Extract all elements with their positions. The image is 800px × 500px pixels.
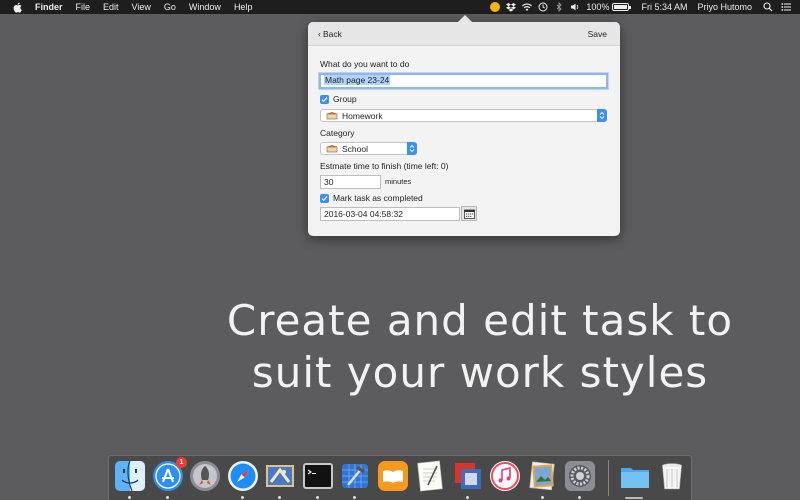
textedit-icon[interactable] xyxy=(414,460,446,492)
parallels-icon[interactable] xyxy=(452,460,484,492)
minutes-unit-label: minutes xyxy=(385,177,412,186)
category-label: Category xyxy=(320,128,355,138)
xcode-icon[interactable] xyxy=(339,460,371,492)
group-checkbox-label: Group xyxy=(333,94,357,104)
headline-line-1: Create and edit task to xyxy=(226,296,734,345)
status-area: 100% Fri 5:34 AM Priyo Hutomo xyxy=(485,0,800,14)
menu-bar: Finder File Edit View Go Window Help 100… xyxy=(0,0,800,14)
chevron-left-icon: ‹ xyxy=(318,29,321,39)
running-indicator xyxy=(578,496,581,499)
completed-checkbox-label: Mark task as completed xyxy=(333,193,423,203)
safari-icon[interactable] xyxy=(227,460,259,492)
task-name-input[interactable]: Math page 23-24 xyxy=(319,73,608,89)
category-select-value: School xyxy=(342,143,368,154)
checkmark-icon xyxy=(320,94,329,104)
category-select[interactable]: School xyxy=(320,142,417,155)
menu-view[interactable]: View xyxy=(132,0,151,14)
time-machine-icon[interactable] xyxy=(537,0,549,14)
group-checkbox[interactable]: Group xyxy=(320,94,357,104)
school-icon xyxy=(326,144,338,152)
user-name[interactable]: Priyo Hutomo xyxy=(697,2,752,12)
dock: 1 xyxy=(108,455,692,500)
wifi-icon[interactable] xyxy=(521,0,533,14)
running-indicator xyxy=(466,496,469,499)
estimate-minutes-input[interactable]: 30 xyxy=(320,175,381,189)
back-button-label: Back xyxy=(323,29,342,39)
calendar-picker-button[interactable] xyxy=(461,206,477,221)
save-button[interactable]: Save xyxy=(588,29,607,39)
running-indicator xyxy=(316,496,319,499)
system-preferences-icon[interactable] xyxy=(564,460,596,492)
running-indicator xyxy=(166,496,169,499)
updown-arrows-icon xyxy=(597,109,607,122)
group-select-value: Homework xyxy=(342,110,383,121)
finder-icon[interactable] xyxy=(114,460,146,492)
running-indicator xyxy=(241,496,244,499)
completed-checkbox[interactable]: Mark task as completed xyxy=(320,193,423,203)
itunes-icon[interactable] xyxy=(489,460,521,492)
completion-datetime-input[interactable]: 2016-03-04 04:58:32 xyxy=(320,207,460,221)
spotlight-search-icon[interactable] xyxy=(762,0,774,14)
volume-icon[interactable] xyxy=(569,0,581,14)
popover-header: ‹ Back Save xyxy=(308,22,620,46)
running-indicator xyxy=(278,496,281,499)
task-editor-popover: ‹ Back Save What do you want to do Math … xyxy=(308,15,620,236)
running-indicator xyxy=(541,496,544,499)
battery-percentage: 100% xyxy=(586,2,610,12)
app-store-badge: 1 xyxy=(176,457,187,468)
running-indicator xyxy=(353,496,356,499)
battery-icon[interactable] xyxy=(612,3,632,11)
apple-menu-icon[interactable] xyxy=(11,0,23,14)
estimate-label: Estmate time to finish (time left: 0) xyxy=(320,161,449,171)
ibooks-icon[interactable] xyxy=(377,460,409,492)
headline-line-2: suit your work styles xyxy=(251,348,709,397)
bluetooth-icon[interactable] xyxy=(553,0,565,14)
downloads-folder-icon[interactable] xyxy=(619,460,651,492)
menu-go[interactable]: Go xyxy=(164,0,176,14)
promo-headline: Create and edit task to suit your work s… xyxy=(140,295,800,399)
menu-app-name[interactable]: Finder xyxy=(35,0,63,14)
dropbox-icon[interactable] xyxy=(505,0,517,14)
trash-icon[interactable] xyxy=(656,460,688,492)
menu-edit[interactable]: Edit xyxy=(103,0,119,14)
task-app-clock-icon[interactable] xyxy=(489,0,501,14)
launchpad-icon[interactable] xyxy=(189,460,221,492)
menu-window[interactable]: Window xyxy=(189,0,221,14)
app-store-icon[interactable]: 1 xyxy=(152,457,187,492)
mail-icon[interactable] xyxy=(264,460,296,492)
homework-icon xyxy=(326,111,338,119)
menu-help[interactable]: Help xyxy=(234,0,253,14)
stack-indicator xyxy=(625,497,643,499)
clock[interactable]: Fri 5:34 AM xyxy=(641,2,687,12)
terminal-icon[interactable] xyxy=(302,460,334,492)
preview-icon[interactable] xyxy=(527,460,559,492)
calendar-icon xyxy=(463,209,475,219)
updown-arrows-icon xyxy=(407,142,417,155)
dock-separator xyxy=(608,460,609,496)
notification-center-icon[interactable] xyxy=(780,0,792,14)
running-indicator xyxy=(128,496,131,499)
task-name-label: What do you want to do xyxy=(320,59,410,69)
back-button[interactable]: ‹ Back xyxy=(318,29,342,39)
menu-file[interactable]: File xyxy=(76,0,91,14)
group-select[interactable]: Homework xyxy=(320,109,607,122)
checkmark-icon xyxy=(320,193,329,203)
